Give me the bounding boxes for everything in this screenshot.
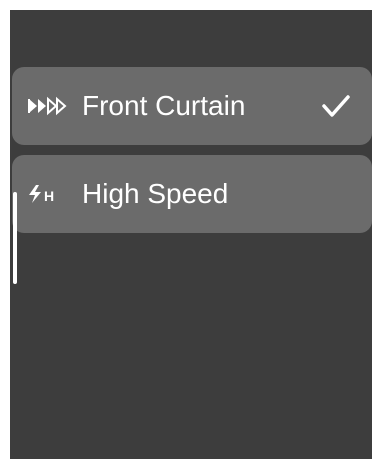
flash-sync-menu-screen: Front Curtain H High Speed xyxy=(10,10,372,459)
checkmark-icon xyxy=(322,95,350,117)
front-curtain-sync-icon xyxy=(28,96,67,116)
scrollbar-thumb[interactable] xyxy=(13,192,17,284)
menu-item-high-speed[interactable]: H High Speed xyxy=(12,155,372,233)
menu-item-front-curtain[interactable]: Front Curtain xyxy=(12,67,372,145)
svg-text:H: H xyxy=(44,188,54,204)
menu-item-label: Front Curtain xyxy=(82,90,246,121)
high-speed-sync-icon: H xyxy=(29,185,54,204)
menu-item-label: High Speed xyxy=(82,178,229,209)
